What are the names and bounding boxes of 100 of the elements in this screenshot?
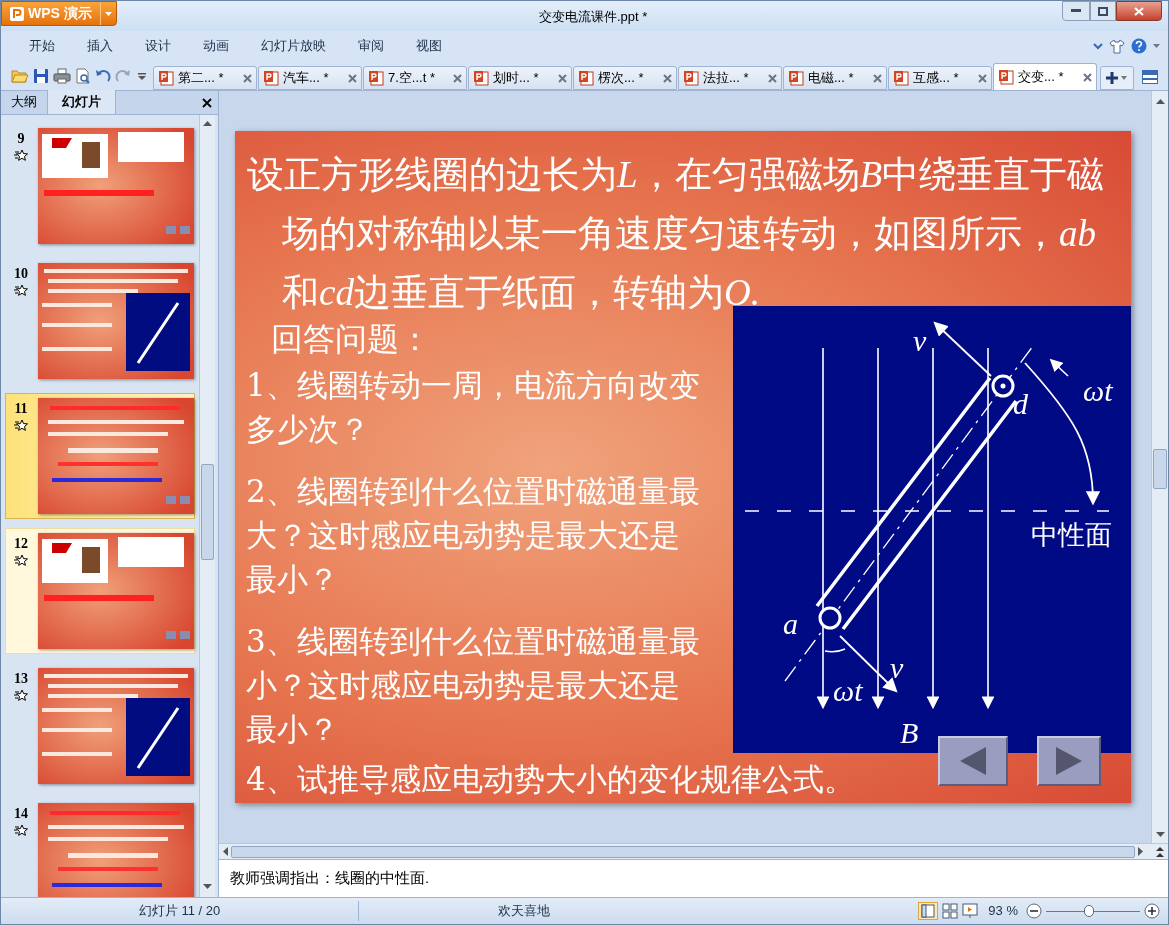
document-tab[interactable]: 楞次... * (573, 66, 677, 90)
slide-number: 13 (14, 670, 28, 688)
zoom-out-icon[interactable] (1026, 903, 1042, 919)
presentation-file-icon (893, 70, 909, 86)
wps-logo-icon (10, 6, 24, 21)
help-icon[interactable] (1131, 38, 1147, 54)
panel-tab[interactable]: 幻灯片 (47, 90, 116, 114)
caret-icon (1121, 76, 1127, 80)
previous-slide-button[interactable] (938, 736, 1008, 786)
maximize-icon (1098, 6, 1108, 16)
document-tab[interactable]: 互感... * (888, 66, 992, 90)
presentation-file-icon (998, 69, 1014, 85)
slide-number: 14 (14, 805, 28, 823)
animation-star-icon (14, 284, 28, 296)
slide-thumbnail[interactable]: 12 (5, 528, 195, 654)
scroll-down-icon[interactable] (203, 884, 212, 889)
save-icon[interactable] (33, 68, 49, 84)
document-tab[interactable]: 汽车... * (258, 66, 362, 90)
maximize-button[interactable] (1090, 1, 1116, 21)
animation-star-icon (14, 149, 28, 161)
diagram-label: d (1013, 387, 1028, 420)
close-icon (1134, 6, 1144, 16)
menu-item[interactable]: 幻灯片放映 (245, 36, 342, 56)
document-tab[interactable]: 7.空...t * (363, 66, 467, 90)
caret-icon (104, 11, 112, 16)
presentation-file-icon (788, 70, 804, 86)
zoom-slider[interactable] (1046, 905, 1140, 917)
menu-item[interactable]: 插入 (71, 36, 129, 56)
animation-star-icon (14, 824, 28, 836)
menu-item[interactable]: 动画 (187, 36, 245, 56)
print-preview-icon[interactable] (75, 68, 91, 84)
slide-thumbnail[interactable]: 11 (5, 393, 195, 519)
slide-prompt: 回答问题： (271, 319, 431, 359)
slide-thumbnail[interactable]: 9 (5, 123, 195, 249)
diagram-label: a (783, 607, 798, 640)
slide-number: 11 (14, 400, 28, 418)
slide-sorter-icon[interactable] (942, 903, 959, 919)
print-icon[interactable] (53, 68, 71, 84)
undo-icon[interactable] (95, 68, 111, 84)
question-text: 2、线圈转到什么位置时磁通量最大？这时感应电动势是最大还是最小？ (246, 472, 701, 599)
minimize-icon (1071, 9, 1081, 13)
chevron-down-icon[interactable] (1093, 42, 1103, 50)
animation-star-icon (14, 554, 28, 566)
zoom-in-icon[interactable] (1144, 903, 1160, 919)
presentation-file-icon (683, 70, 699, 86)
caret-icon[interactable] (1153, 44, 1160, 48)
menu-item[interactable]: 开始 (13, 36, 71, 56)
plus-icon (1106, 72, 1118, 84)
shirt-icon[interactable] (1109, 38, 1125, 54)
triangle-left-icon (958, 746, 988, 776)
scroll-up-icon[interactable] (203, 121, 212, 126)
diagram-label: 中性面 (1031, 520, 1112, 550)
scroll-up-icon[interactable] (1155, 99, 1165, 104)
document-tab[interactable]: 电磁... * (783, 66, 887, 90)
horizontal-scrollbar[interactable] (219, 843, 1168, 859)
slide-number: 12 (14, 535, 28, 553)
animation-star-icon (14, 419, 28, 431)
slide-thumbnail[interactable]: 14 (5, 798, 195, 897)
document-tab[interactable]: 第二... * (153, 66, 257, 90)
close-icon[interactable] (202, 98, 212, 108)
panel-tab[interactable]: 大纲 (1, 90, 47, 114)
page-up-down-icon[interactable] (1156, 846, 1164, 857)
animation-star-icon (14, 689, 28, 701)
slider-thumb[interactable] (1083, 905, 1094, 917)
window-title: 交变电流课件.ppt * (539, 8, 648, 26)
question-text: 1、线圈转动一周，电流方向改变多少次？ (246, 366, 701, 449)
vertical-scrollbar[interactable] (199, 115, 215, 897)
notes-text[interactable]: 教师强调指出：线圈的中性面. (230, 867, 430, 890)
question-text: 3、线圈转到什么位置时磁通量最小？这时感应电动势是最大还是最小？ (246, 622, 701, 749)
next-slide-button[interactable] (1037, 736, 1101, 786)
diagram-label: v (890, 651, 904, 684)
new-tab-button[interactable] (1100, 66, 1134, 90)
scrollbar-thumb[interactable] (1153, 449, 1167, 489)
close-button[interactable] (1116, 1, 1162, 21)
menu-item[interactable]: 设计 (129, 36, 187, 56)
diagram-label: ωt (1083, 374, 1113, 407)
scrollbar-thumb[interactable] (231, 845, 1135, 858)
document-tab[interactable]: 交变... * (993, 63, 1097, 90)
scrollbar-thumb[interactable] (201, 464, 214, 560)
scroll-right-icon[interactable] (1138, 847, 1143, 856)
slide-title: 设正方形线圈的边长为L，在匀强磁场B中绕垂直于磁场的对称轴以某一角速度匀速转动，如图所示，ab 和cd边垂直于纸面，转轴为O. (247, 152, 1106, 316)
slideshow-icon[interactable] (962, 903, 979, 919)
presentation-file-icon (473, 70, 489, 86)
scroll-left-icon[interactable] (223, 847, 228, 856)
slide-thumbnail[interactable]: 13 (5, 663, 195, 789)
scroll-down-icon[interactable] (1155, 832, 1165, 837)
diagram-label: v (913, 324, 927, 357)
minimize-button[interactable] (1062, 1, 1090, 21)
triangle-right-icon (1054, 746, 1084, 776)
slide-counter: 幻灯片 11 / 20 (138, 902, 221, 921)
document-tab[interactable]: 法拉... * (678, 66, 782, 90)
menu-item[interactable]: 审阅 (342, 36, 400, 56)
normal-view-icon[interactable] (918, 902, 939, 920)
document-tab[interactable]: 划时... * (468, 66, 572, 90)
diagram-label: B (900, 716, 919, 749)
slide-number: 10 (14, 265, 28, 283)
menu-item[interactable]: 视图 (400, 36, 458, 56)
window-list-icon[interactable] (1142, 70, 1158, 84)
vertical-scrollbar[interactable] (1151, 91, 1168, 843)
slide-thumbnail[interactable]: 10 (5, 258, 195, 384)
